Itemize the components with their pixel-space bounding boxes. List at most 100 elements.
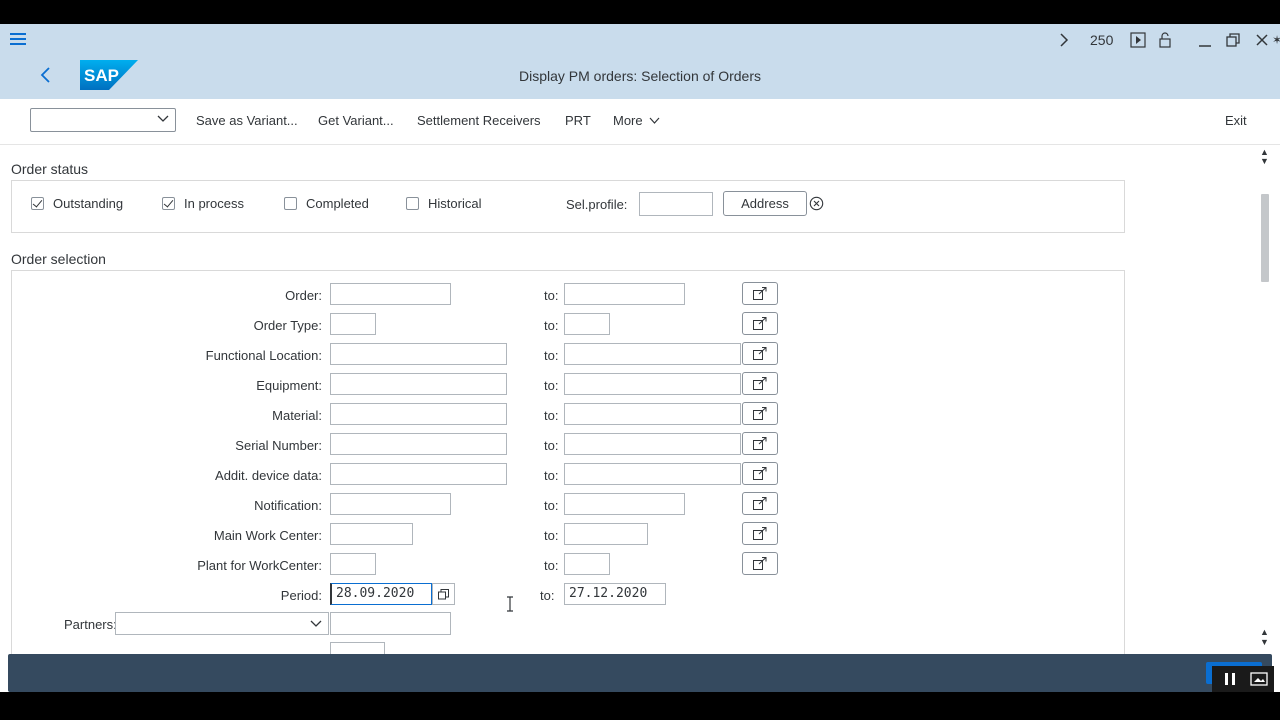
order-selection-title: Order selection xyxy=(11,251,106,267)
picture-in-picture-icon[interactable] xyxy=(1250,672,1268,691)
checkbox-checked-icon xyxy=(162,197,175,210)
status-bar xyxy=(8,654,1272,692)
order-multiple-selection-button[interactable] xyxy=(742,282,778,305)
equipment-label: Equipment: xyxy=(256,378,322,393)
completed-checkbox[interactable]: Completed xyxy=(284,196,369,211)
plant-for-workcenter-from-input[interactable] xyxy=(330,553,376,575)
notification-multiple-selection-button[interactable] xyxy=(742,492,778,515)
equipment-to-label: to: xyxy=(544,378,559,393)
in-process-checkbox[interactable]: In process xyxy=(162,196,244,211)
main-work-center-from-input[interactable] xyxy=(330,523,413,545)
material-multiple-selection-button[interactable] xyxy=(742,402,778,425)
addit-device-data-multiple-selection-button[interactable] xyxy=(742,462,778,485)
play-icon[interactable] xyxy=(1130,30,1146,50)
equipment-from-input[interactable] xyxy=(330,373,507,395)
session-count: 250 xyxy=(1090,32,1114,48)
chevron-down-icon xyxy=(649,117,660,124)
chevron-down-icon xyxy=(157,112,169,127)
order-type-label: Order Type: xyxy=(253,318,322,333)
addit-device-data-from-input[interactable] xyxy=(330,463,507,485)
serial-number-multiple-selection-button[interactable] xyxy=(742,432,778,455)
order-type-to-input[interactable] xyxy=(564,313,610,335)
multiple-selection-icon xyxy=(753,437,767,450)
order-status-title: Order status xyxy=(11,161,89,177)
serial-number-label: Serial Number: xyxy=(235,438,322,453)
vertical-scrollbar[interactable]: ▲ ▼ ▲ ▼ xyxy=(1258,148,1272,672)
material-label: Material: xyxy=(272,408,322,423)
material-from-input[interactable] xyxy=(330,403,507,425)
plant-for-workcenter-label: Plant for WorkCenter: xyxy=(197,558,322,573)
serial-number-from-input[interactable] xyxy=(330,433,507,455)
checkbox-checked-icon xyxy=(31,197,44,210)
sel-profile-label: Sel.profile: xyxy=(566,197,628,212)
pause-icon[interactable] xyxy=(1224,672,1236,691)
scroll-down-icon[interactable]: ▲ xyxy=(1260,628,1269,637)
calendar-icon[interactable] xyxy=(432,583,455,605)
material-to-label: to: xyxy=(544,408,559,423)
main-work-center-multiple-selection-button[interactable] xyxy=(742,522,778,545)
notification-from-input[interactable] xyxy=(330,493,451,515)
period-from-input[interactable]: 28.09.2020 xyxy=(330,583,432,605)
partners-input[interactable] xyxy=(330,612,451,635)
multiple-selection-icon xyxy=(753,377,767,390)
outstanding-checkbox[interactable]: Outstanding xyxy=(31,196,123,211)
functional-location-from-input[interactable] xyxy=(330,343,507,365)
prt-button[interactable]: PRT xyxy=(565,113,591,128)
checkbox-empty-icon xyxy=(406,197,419,210)
restore-icon[interactable] xyxy=(1226,30,1240,50)
overflow-icon: ✶ xyxy=(1272,33,1280,47)
exit-button[interactable]: Exit xyxy=(1225,113,1247,128)
addit-device-data-to-input[interactable] xyxy=(564,463,741,485)
next-icon[interactable] xyxy=(1058,30,1070,50)
chevron-down-icon xyxy=(310,617,322,633)
functional-location-to-label: to: xyxy=(544,348,559,363)
settlement-receivers-button[interactable]: Settlement Receivers xyxy=(417,113,541,128)
main-work-center-to-label: to: xyxy=(544,528,559,543)
outstanding-label: Outstanding xyxy=(53,196,124,211)
scroll-up-icon[interactable]: ▲ xyxy=(1260,148,1269,157)
variant-select[interactable] xyxy=(30,108,176,132)
scroll-up-fast-icon[interactable]: ▼ xyxy=(1260,157,1269,166)
scrollbar-thumb[interactable] xyxy=(1261,194,1269,282)
multiple-selection-icon xyxy=(753,467,767,480)
equipment-multiple-selection-button[interactable] xyxy=(742,372,778,395)
partners-select[interactable] xyxy=(115,612,329,635)
notification-to-input[interactable] xyxy=(564,493,685,515)
functional-location-multiple-selection-button[interactable] xyxy=(742,342,778,365)
functional-location-label: Functional Location: xyxy=(205,348,322,363)
serial-number-to-input[interactable] xyxy=(564,433,741,455)
period-to-input[interactable]: 27.12.2020 xyxy=(564,583,666,605)
plant-for-workcenter-to-input[interactable] xyxy=(564,553,610,575)
material-to-input[interactable] xyxy=(564,403,741,425)
save-as-variant-button[interactable]: Save as Variant... xyxy=(196,113,298,128)
multiple-selection-icon xyxy=(753,317,767,330)
functional-location-to-input[interactable] xyxy=(564,343,741,365)
get-variant-button[interactable]: Get Variant... xyxy=(318,113,394,128)
main-work-center-label: Main Work Center: xyxy=(213,528,322,543)
address-button[interactable]: Address xyxy=(723,191,807,216)
scroll-down-fast-icon[interactable]: ▼ xyxy=(1260,638,1269,647)
order-type-multiple-selection-button[interactable] xyxy=(742,312,778,335)
multiple-selection-icon xyxy=(753,497,767,510)
period-to-label: to: xyxy=(540,588,555,603)
notification-label: Notification: xyxy=(254,498,322,513)
partners-label: Partners: xyxy=(64,617,117,632)
multiple-selection-icon xyxy=(753,347,767,360)
more-button-label: More xyxy=(613,113,643,128)
sel-profile-input[interactable] xyxy=(639,192,713,216)
close-icon[interactable] xyxy=(1256,30,1268,50)
order-from-input[interactable] xyxy=(330,283,451,305)
minimize-icon[interactable] xyxy=(1198,30,1212,50)
addit-device-data-to-label: to: xyxy=(544,468,559,483)
historical-label: Historical xyxy=(428,196,482,211)
clear-circle-icon[interactable] xyxy=(809,196,824,216)
order-type-from-input[interactable] xyxy=(330,313,376,335)
main-work-center-to-input[interactable] xyxy=(564,523,648,545)
plant-for-workcenter-multiple-selection-button[interactable] xyxy=(742,552,778,575)
unlock-icon[interactable] xyxy=(1159,30,1171,50)
equipment-to-input[interactable] xyxy=(564,373,741,395)
order-to-input[interactable] xyxy=(564,283,685,305)
more-button[interactable]: More xyxy=(613,113,660,128)
historical-checkbox[interactable]: Historical xyxy=(406,196,481,211)
hamburger-icon[interactable] xyxy=(10,33,26,47)
